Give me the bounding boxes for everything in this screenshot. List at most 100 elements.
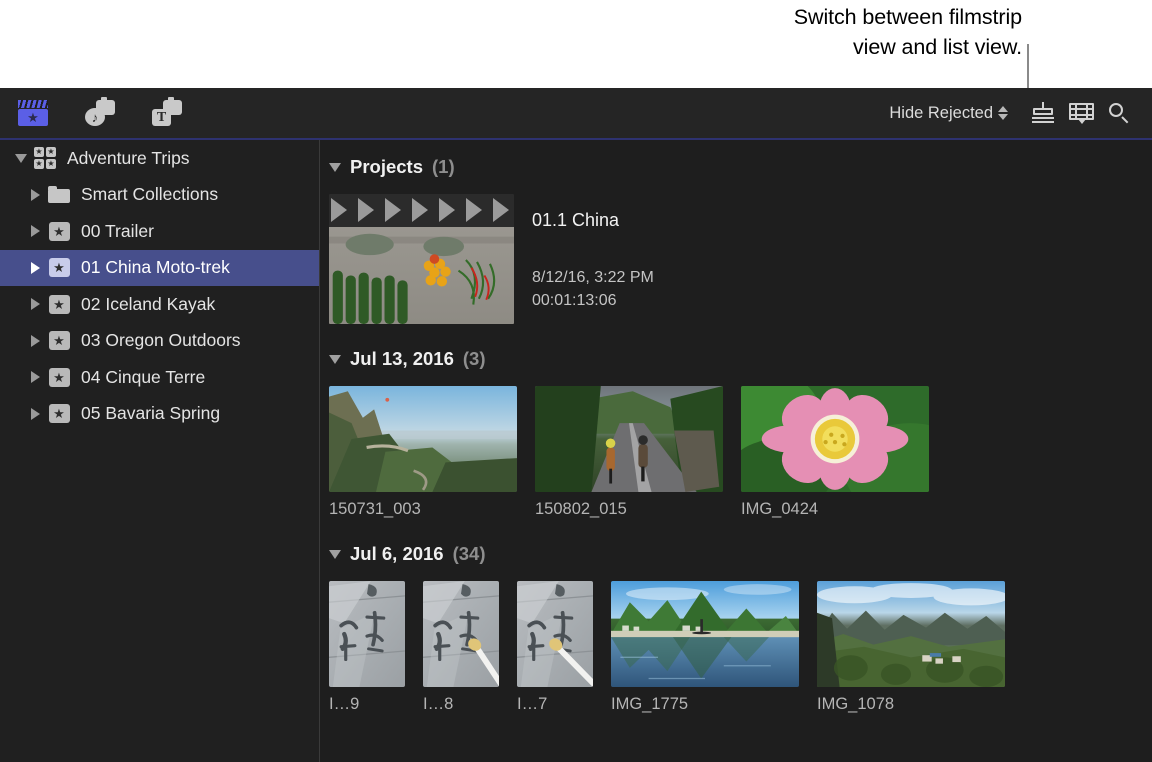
clip-item[interactable]: IMG_1078	[817, 581, 1005, 714]
event-icon: ★	[46, 368, 72, 387]
callout-text: Switch between filmstrip view and list v…	[592, 2, 1022, 62]
browser-toolbar: ★ ♪ T Hide Rejected	[0, 88, 1152, 140]
final-cut-pro-browser-window: ★ ♪ T Hide Rejected	[0, 88, 1152, 762]
photos-audio-browser-button[interactable]: ♪	[81, 96, 119, 130]
project-name: 01.1 China	[532, 210, 654, 231]
browser-tab-group: ★ ♪ T	[14, 88, 186, 138]
clip-thumbnail[interactable]	[329, 581, 405, 687]
sidebar-item-label: Adventure Trips	[67, 148, 190, 169]
sidebar-item-label: 02 Iceland Kayak	[81, 294, 215, 315]
project-duration: 00:01:13:06	[532, 292, 654, 310]
disclosure-triangle-open-icon[interactable]	[329, 355, 341, 364]
clip-name: IMG_0424	[741, 500, 929, 519]
project-poster-image	[329, 227, 514, 324]
clip-name: I…8	[423, 695, 499, 714]
filmstrip-view-button[interactable]	[1062, 96, 1100, 130]
clapperboard-icon: ★	[18, 100, 48, 126]
group-header[interactable]: Projects (1)	[321, 154, 1152, 180]
callout-line-1: Switch between filmstrip	[592, 2, 1022, 32]
sidebar-item-label: 03 Oregon Outdoors	[81, 330, 241, 351]
clip-thumbnail[interactable]	[817, 581, 1005, 687]
libraries-sidebar[interactable]: ★★★★Adventure TripsSmart Collections★00 …	[0, 140, 320, 762]
clip-thumbnail[interactable]	[741, 386, 929, 492]
sidebar-item-04-cinque-terre[interactable]: ★ 04 Cinque Terre	[0, 359, 319, 396]
clip-item[interactable]: IMG_0424	[741, 386, 929, 519]
sidebar-item-00-trailer[interactable]: ★ 00 Trailer	[0, 213, 319, 250]
group-count: (1)	[432, 156, 455, 178]
sidebar-item-03-oregon-outdoors[interactable]: ★ 03 Oregon Outdoors	[0, 323, 319, 360]
group-count: (3)	[463, 348, 486, 370]
sidebar-item-smart-collections[interactable]: Smart Collections	[0, 177, 319, 214]
clip-name: IMG_1078	[817, 695, 1005, 714]
clip-item[interactable]: I…9	[329, 581, 405, 714]
library-icon: ★★★★	[32, 147, 58, 169]
group-title: Jul 6, 2016	[350, 543, 444, 565]
folder-icon	[46, 186, 72, 203]
disclosure-triangle-closed-icon[interactable]	[24, 262, 46, 274]
browser-content-area[interactable]: Projects (1)	[321, 140, 1152, 762]
disclosure-triangle-closed-icon[interactable]	[24, 298, 46, 310]
disclosure-triangle-open-icon[interactable]	[329, 550, 341, 559]
event-icon: ★	[46, 295, 72, 314]
event-icon: ★	[46, 258, 72, 277]
clip-name: I…9	[329, 695, 405, 714]
disclosure-triangle-closed-icon[interactable]	[24, 408, 46, 420]
group-header[interactable]: Jul 13, 2016 (3)	[321, 346, 1152, 372]
clip-strip: 150731_003 150802_015	[321, 386, 1152, 519]
event-icon: ★	[46, 331, 72, 350]
photos-audio-icon: ♪	[85, 100, 115, 126]
project-list-item[interactable]: 01.1 China 8/12/16, 3:22 PM 00:01:13:06	[321, 194, 1152, 324]
clip-item[interactable]: I…7	[517, 581, 593, 714]
sidebar-item-label: 01 China Moto-trek	[81, 257, 230, 278]
clip-name: 150731_003	[329, 500, 517, 519]
filter-popup-button[interactable]: Hide Rejected	[889, 104, 1008, 123]
clip-item[interactable]: 150731_003	[329, 386, 517, 519]
clip-name: 150802_015	[535, 500, 723, 519]
event-icon: ★	[46, 222, 72, 241]
sidebar-item-label: 05 Bavaria Spring	[81, 403, 220, 424]
filmstrip-chevrons-icon	[329, 194, 514, 227]
chevron-updown-icon	[998, 106, 1008, 120]
clip-item[interactable]: IMG_1775	[611, 581, 799, 714]
clip-name: IMG_1775	[611, 695, 799, 714]
sidebar-item-label: 00 Trailer	[81, 221, 154, 242]
disclosure-triangle-closed-icon[interactable]	[24, 225, 46, 237]
sidebar-item-label: Smart Collections	[81, 184, 218, 205]
event-icon: ★	[46, 404, 72, 423]
disclosure-triangle-closed-icon[interactable]	[24, 371, 46, 383]
group-count: (34)	[453, 543, 486, 565]
clip-thumbnail[interactable]	[329, 386, 517, 492]
disclosure-triangle-open-icon[interactable]	[329, 163, 341, 172]
disclosure-triangle-open-icon[interactable]	[10, 154, 32, 163]
sidebar-item-02-iceland-kayak[interactable]: ★ 02 Iceland Kayak	[0, 286, 319, 323]
callout-line-2: view and list view.	[592, 32, 1022, 62]
group-title: Projects	[350, 156, 423, 178]
sidebar-item-05-bavaria-spring[interactable]: ★ 05 Bavaria Spring	[0, 396, 319, 433]
clip-item[interactable]: 150802_015	[535, 386, 723, 519]
clip-name: I…7	[517, 695, 593, 714]
titles-generators-browser-button[interactable]: T	[148, 96, 186, 130]
clip-thumbnail[interactable]	[423, 581, 499, 687]
sidebar-item-label: 04 Cinque Terre	[81, 367, 205, 388]
clip-item[interactable]: I…8	[423, 581, 499, 714]
project-thumbnail[interactable]	[329, 194, 514, 324]
list-view-button[interactable]	[1024, 96, 1062, 130]
filmstrip-view-icon	[1069, 102, 1094, 124]
project-metadata: 01.1 China 8/12/16, 3:22 PM 00:01:13:06	[532, 194, 654, 310]
titles-generators-icon: T	[152, 100, 182, 126]
disclosure-triangle-closed-icon[interactable]	[24, 189, 46, 201]
sidebar-item-adventure-trips[interactable]: ★★★★ Adventure Trips	[0, 140, 319, 177]
filter-popup-label: Hide Rejected	[889, 104, 993, 123]
clip-thumbnail[interactable]	[535, 386, 723, 492]
group-title: Jul 13, 2016	[350, 348, 454, 370]
sidebar-item-01-china-moto-trek[interactable]: ★ 01 China Moto-trek	[0, 250, 319, 287]
group-header[interactable]: Jul 6, 2016 (34)	[321, 541, 1152, 567]
disclosure-triangle-closed-icon[interactable]	[24, 335, 46, 347]
media-browser-button[interactable]: ★	[14, 96, 52, 130]
browser-toolbar-right-group: Hide Rejected	[889, 88, 1138, 138]
search-icon	[1108, 102, 1130, 124]
project-date: 8/12/16, 3:22 PM	[532, 269, 654, 287]
clip-thumbnail[interactable]	[517, 581, 593, 687]
clip-thumbnail[interactable]	[611, 581, 799, 687]
search-button[interactable]	[1100, 96, 1138, 130]
